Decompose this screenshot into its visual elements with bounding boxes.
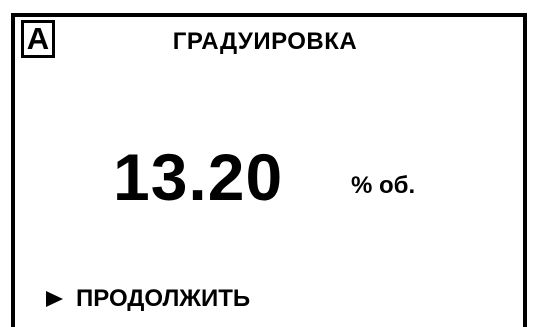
page-title: ГРАДУИРОВКА (172, 28, 358, 55)
measurement-unit: % об. (351, 172, 416, 199)
measurement-value: 13.20 (113, 140, 284, 214)
triangle-right-icon (46, 291, 63, 307)
continue-label: ПРОДОЛЖИТЬ (76, 285, 251, 312)
continue-menu-item[interactable]: ПРОДОЛЖИТЬ (46, 285, 250, 313)
mode-badge: A (21, 20, 55, 58)
